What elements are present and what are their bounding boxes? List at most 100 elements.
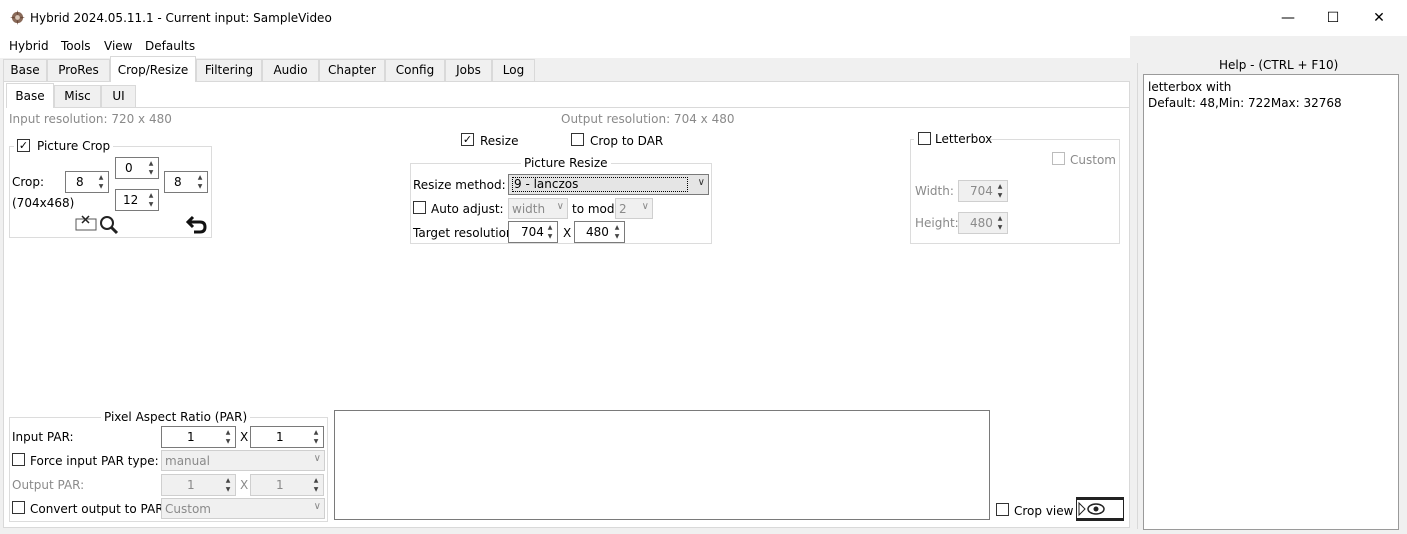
output-par-b-spinbox[interactable]: 1 ▲ ▼ [250, 474, 324, 496]
custom-checkbox[interactable] [1052, 152, 1065, 165]
letterbox-checkbox[interactable] [918, 132, 931, 145]
crop-label: Crop: [12, 175, 45, 189]
custom-label: Custom [1070, 153, 1116, 167]
target-height-value: 480 [586, 225, 609, 239]
output-par-a-spinbox[interactable]: 1 ▲ ▼ [161, 474, 236, 496]
crop-bottom-spinbox[interactable]: 12 ▲ ▼ [115, 189, 159, 211]
letterbox-header: Letterbox [914, 131, 992, 147]
tab-jobs[interactable]: Jobs [445, 59, 492, 81]
tab-crop-resize[interactable]: Crop/Resize [110, 56, 196, 82]
close-button[interactable]: ✕ [1356, 8, 1402, 28]
subtab-base[interactable]: Base [6, 83, 54, 108]
crop-top-spinbox[interactable]: 0 ▲ ▼ [115, 157, 159, 179]
input-resolution-label: Input resolution: 720 x 480 [9, 112, 172, 126]
chevron-down-icon: ∨ [556, 201, 564, 212]
input-par-label: Input PAR: [12, 430, 74, 444]
menu-view[interactable]: View [104, 39, 132, 53]
spin-arrows-icon[interactable]: ▲ ▼ [994, 214, 1006, 232]
output-par-a-value: 1 [187, 478, 195, 492]
to-mod-label: to mod [572, 202, 615, 216]
letterbox-label: Letterbox [935, 132, 993, 146]
mod-select[interactable]: 2 ∨ [615, 198, 653, 219]
target-resolution-label: Target resolution: [413, 226, 518, 240]
tab-chapter[interactable]: Chapter [319, 59, 385, 81]
auto-crop-icon[interactable] [75, 215, 97, 231]
spin-arrows-icon[interactable]: ▲ ▼ [194, 173, 206, 191]
zoom-preview-icon[interactable] [99, 215, 119, 235]
tab-audio[interactable]: Audio [262, 59, 319, 81]
window-title: Hybrid 2024.05.11.1 - Current input: Sam… [30, 11, 332, 25]
input-par-a-spinbox[interactable]: 1 ▲ ▼ [161, 426, 236, 448]
spin-arrows-icon[interactable]: ▲ ▼ [611, 223, 623, 241]
force-par-value: manual [165, 454, 210, 468]
force-par-select[interactable]: manual ∨ [161, 450, 325, 471]
convert-par-checkbox[interactable] [12, 501, 25, 514]
subtab-misc[interactable]: Misc [54, 85, 101, 107]
crop-top-value: 0 [125, 161, 133, 175]
spin-arrows-icon[interactable]: ▲ ▼ [310, 428, 322, 446]
target-height-spinbox[interactable]: 480 ▲ ▼ [574, 221, 625, 243]
spin-arrows-icon[interactable]: ▲ ▼ [222, 476, 234, 494]
crop-bottom-value: 12 [123, 193, 139, 207]
crop-to-dar-label: Crop to DAR [590, 134, 664, 148]
tab-base[interactable]: Base [3, 59, 47, 81]
mod-value: 2 [619, 202, 627, 216]
spin-arrows-icon[interactable]: ▲ ▼ [222, 428, 234, 446]
chevron-down-icon: ∨ [641, 201, 649, 212]
menu-defaults[interactable]: Defaults [145, 39, 195, 53]
crop-preview-area[interactable] [334, 410, 990, 520]
crop-left-spinbox[interactable]: 8 ▲ ▼ [65, 171, 109, 193]
help-line-1: letterbox with [1148, 80, 1232, 94]
spin-arrows-icon[interactable]: ▲ ▼ [544, 223, 556, 241]
crop-view-checkbox[interactable] [996, 503, 1009, 516]
help-divider [1137, 63, 1138, 529]
maximize-button[interactable]: ☐ [1310, 8, 1356, 28]
input-par-x-label: X [240, 430, 249, 444]
letterbox-width-label: Width: [915, 184, 954, 198]
spin-arrows-icon[interactable]: ▲ ▼ [145, 191, 157, 209]
convert-par-label: Convert output to PAR: [30, 502, 168, 516]
app-icon [10, 10, 25, 25]
subtab-divider [6, 107, 1130, 108]
undo-icon[interactable] [186, 213, 208, 235]
resize-method-select[interactable]: 9 - lanczos ∨ [508, 174, 709, 195]
crop-view-label: Crop view [1014, 504, 1074, 518]
chevron-down-icon: ∨ [313, 453, 321, 464]
letterbox-width-value: 704 [970, 184, 993, 198]
par-title: Pixel Aspect Ratio (PAR) [101, 410, 251, 424]
tab-config[interactable]: Config [385, 59, 445, 81]
tab-prores[interactable]: ProRes [47, 59, 110, 81]
output-par-label: Output PAR: [12, 478, 85, 492]
menu-tools[interactable]: Tools [61, 39, 91, 53]
subtab-ui[interactable]: UI [101, 85, 136, 107]
crop-to-dar-checkbox[interactable] [571, 133, 584, 146]
spin-arrows-icon[interactable]: ▲ ▼ [994, 182, 1006, 200]
picture-crop-title: Picture Crop [37, 139, 111, 153]
picture-crop-checkbox[interactable]: ✓ [17, 139, 30, 152]
crop-right-spinbox[interactable]: 8 ▲ ▼ [164, 171, 208, 193]
auto-adjust-select[interactable]: width ∨ [508, 198, 568, 219]
help-text-area[interactable]: letterbox with Default: 48,Min: 722Max: … [1143, 74, 1399, 530]
letterbox-height-label: Height: [915, 216, 959, 230]
letterbox-height-spinbox[interactable]: 480 ▲ ▼ [958, 212, 1008, 234]
convert-par-select[interactable]: Custom ∨ [161, 498, 325, 519]
input-par-b-spinbox[interactable]: 1 ▲ ▼ [250, 426, 324, 448]
spin-arrows-icon[interactable]: ▲ ▼ [95, 173, 107, 191]
crop-left-value: 8 [76, 175, 84, 189]
auto-adjust-checkbox[interactable] [413, 201, 426, 214]
auto-adjust-value: width [512, 202, 546, 216]
preview-eye-icon[interactable] [1076, 497, 1124, 521]
letterbox-width-spinbox[interactable]: 704 ▲ ▼ [958, 180, 1008, 202]
target-width-spinbox[interactable]: 704 ▲ ▼ [508, 221, 558, 243]
spin-arrows-icon[interactable]: ▲ ▼ [145, 159, 157, 177]
force-par-checkbox[interactable] [12, 453, 25, 466]
tab-log[interactable]: Log [492, 59, 535, 81]
help-title: Help - (CTRL + F10) [1219, 58, 1339, 72]
tab-filtering[interactable]: Filtering [196, 59, 262, 81]
spin-arrows-icon[interactable]: ▲ ▼ [310, 476, 322, 494]
target-width-value: 704 [521, 225, 544, 239]
resize-checkbox[interactable]: ✓ [461, 133, 474, 146]
menu-hybrid[interactable]: Hybrid [9, 39, 49, 53]
minimize-button[interactable]: — [1265, 8, 1311, 28]
picture-crop-header: ✓ Picture Crop [14, 138, 114, 154]
